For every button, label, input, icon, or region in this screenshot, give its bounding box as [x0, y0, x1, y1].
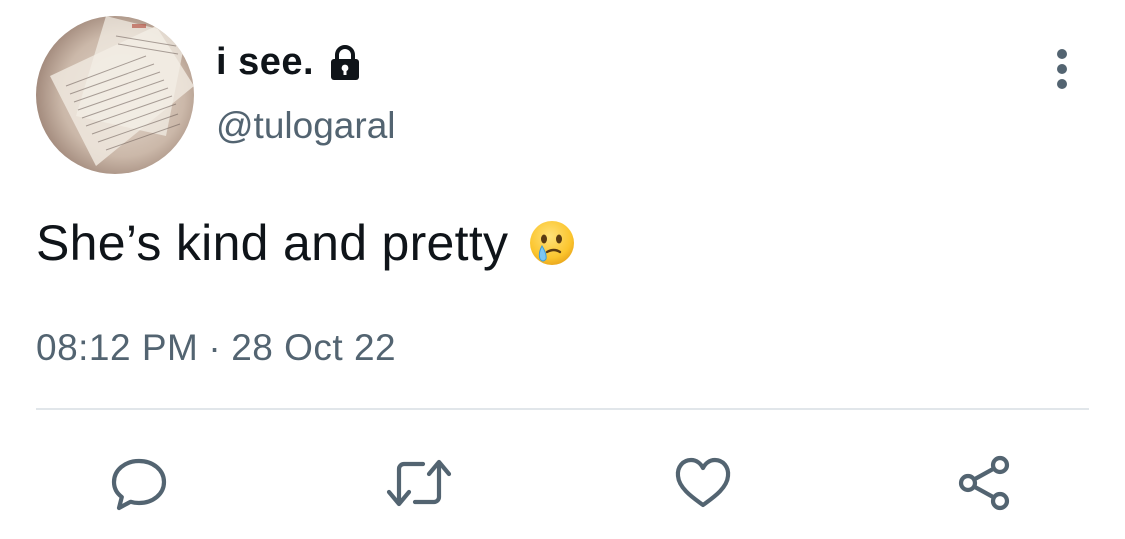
display-name[interactable]: i see. — [216, 38, 362, 86]
tweet-text: She’s kind and pretty — [36, 212, 576, 274]
reply-icon — [111, 458, 167, 511]
more-vertical-icon — [1057, 49, 1067, 89]
tweet-date: 28 Oct 22 — [231, 327, 397, 368]
tweet-time: 08:12 PM — [36, 327, 199, 368]
share-button[interactable] — [950, 448, 1020, 518]
avatar[interactable] — [36, 16, 194, 174]
lock-icon — [328, 45, 362, 81]
display-name-text: i see. — [216, 41, 315, 83]
divider — [36, 408, 1089, 410]
face-holding-back-tears-icon — [528, 219, 576, 267]
timestamp-separator: · — [208, 327, 222, 368]
user-handle[interactable]: @tulogaral — [216, 102, 396, 150]
reply-button[interactable] — [104, 448, 174, 518]
avatar-image — [36, 16, 194, 174]
tweet-body: She’s kind and pretty — [36, 215, 509, 271]
like-button[interactable] — [668, 448, 738, 518]
heart-icon — [675, 457, 731, 508]
tweet-timestamp[interactable]: 08:12 PM · 28 Oct 22 — [36, 324, 396, 372]
retweet-icon — [386, 459, 452, 507]
more-options-button[interactable] — [1044, 46, 1080, 92]
retweet-button[interactable] — [384, 448, 454, 518]
share-icon — [958, 455, 1010, 511]
